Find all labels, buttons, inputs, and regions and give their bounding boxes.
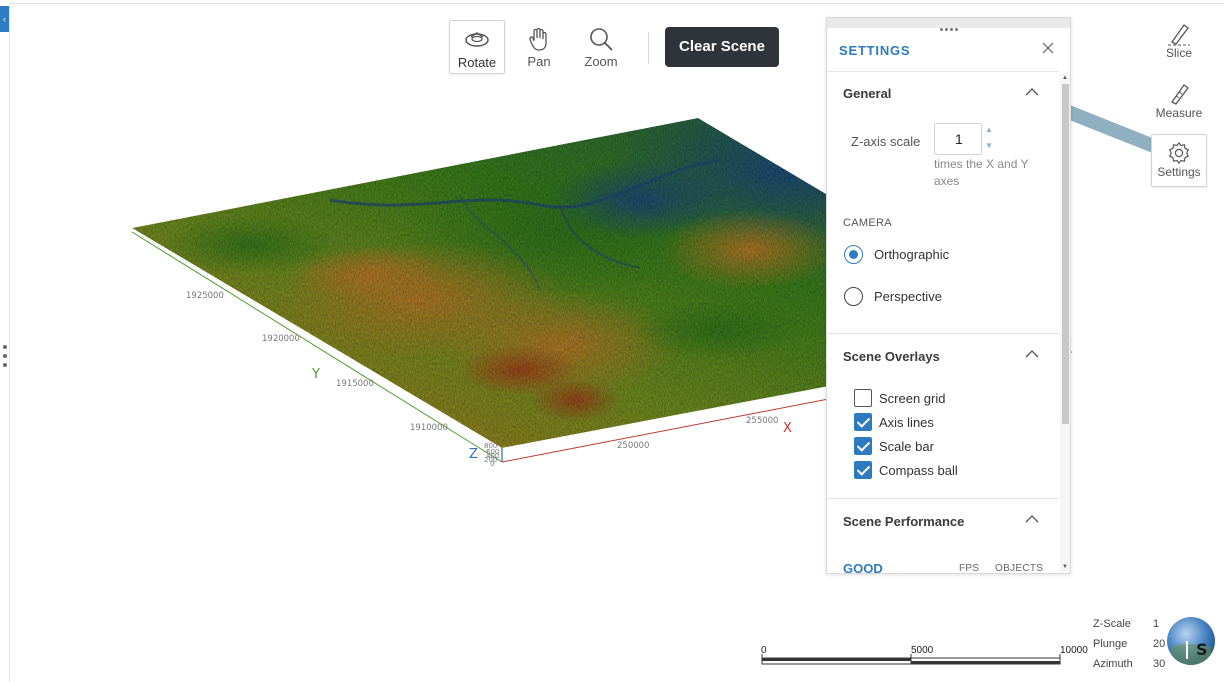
zoom-icon (590, 28, 613, 51)
y-tick-1915000: 1915000 (336, 379, 374, 389)
z-tick-labels: 800 600 400 200 0 (484, 442, 499, 468)
chevron-up-icon[interactable] (1025, 514, 1039, 524)
perspective-label[interactable]: Perspective (874, 289, 942, 304)
app-root: ‹ 1925000 1920000 1915000 1910000 250000… (0, 0, 1224, 682)
general-section-header[interactable]: General (843, 86, 891, 101)
panel-title: SETTINGS (839, 43, 911, 58)
close-icon[interactable] (1040, 41, 1056, 59)
z-scale-row: Z-Scale 1 (1093, 618, 1159, 630)
scale-bar-checkbox[interactable] (854, 437, 872, 455)
camera-label: CAMERA (843, 217, 892, 229)
scroll-up-icon[interactable]: ▲ (1062, 75, 1068, 81)
azimuth-row: Azimuth 30 (1093, 658, 1165, 670)
scale-bar-label-0: 0 (761, 645, 767, 656)
scroll-down-icon[interactable]: ▼ (1062, 564, 1068, 570)
z-axis-scale-label: Z-axis scale (851, 134, 921, 149)
rotate-icon (465, 32, 489, 47)
compass-ball-icon[interactable]: S (1167, 617, 1215, 665)
pan-tool-button[interactable]: Pan (511, 20, 567, 74)
scale-bar-label-5000: 5000 (911, 645, 934, 656)
scrollbar-thumb[interactable] (1062, 84, 1069, 424)
screen-grid-checkbox[interactable] (854, 389, 872, 407)
x-tick-255000: 255000 (746, 416, 778, 426)
pan-label: Pan (527, 54, 551, 69)
measure-label: Measure (1155, 106, 1203, 120)
scale-bar-label-10000: 10000 (1060, 645, 1088, 656)
rotate-label: Rotate (457, 55, 497, 70)
pan-icon (529, 27, 547, 51)
panel-drag-handle[interactable] (827, 18, 1070, 31)
slice-tool-button[interactable]: Slice (1151, 22, 1207, 66)
title-divider (827, 71, 1059, 72)
orthographic-label[interactable]: Orthographic (874, 247, 949, 262)
slice-icon (1168, 24, 1190, 46)
spin-down-icon[interactable]: ▼ (985, 141, 993, 150)
panel-scrollbar[interactable]: ▲ ▼ (1060, 74, 1070, 573)
azimuth-value: 30 (1153, 658, 1166, 670)
axis-lines-checkbox[interactable] (854, 413, 872, 431)
rotate-tool-button[interactable]: Rotate (449, 20, 505, 74)
objects-column-label: OBJECTS (995, 563, 1044, 574)
orthographic-radio[interactable] (844, 245, 863, 264)
settings-icon (1169, 142, 1189, 164)
settings-tool-button[interactable]: Settings (1151, 134, 1207, 187)
chevron-up-icon[interactable] (1025, 87, 1039, 97)
compass-ball-label[interactable]: Compass ball (879, 463, 958, 478)
y-tick-1925000: 1925000 (186, 291, 224, 301)
performance-status: GOOD (843, 561, 883, 574)
camera-divider (827, 333, 1059, 334)
azimuth-label: Azimuth (1093, 658, 1133, 670)
measure-icon (1171, 84, 1189, 105)
measure-tool-button[interactable]: Measure (1151, 82, 1207, 126)
compass-ball-checkbox[interactable] (854, 461, 872, 479)
z-axis-scale-input[interactable]: 1 (934, 123, 982, 155)
screen-grid-label[interactable]: Screen grid (879, 391, 945, 406)
y-tick-1920000: 1920000 (262, 334, 300, 344)
fps-column-label: FPS (959, 563, 980, 574)
chevron-up-icon[interactable] (1025, 349, 1039, 359)
x-axis-label: X (783, 421, 792, 436)
plunge-label: Plunge (1093, 638, 1128, 650)
z-tick-0: 0 (490, 460, 494, 468)
zoom-label: Zoom (584, 54, 618, 69)
svg-text:S: S (1196, 640, 1208, 659)
y-axis-label: Y (311, 367, 320, 382)
plunge-row: Plunge 20 (1093, 638, 1165, 650)
x-tick-250000: 250000 (617, 441, 649, 451)
toolbar-divider (648, 32, 649, 64)
z-scale-label: Z-Scale (1093, 618, 1131, 630)
scale-bar-label[interactable]: Scale bar (879, 439, 934, 454)
clear-scene-button[interactable]: Clear Scene (665, 27, 779, 67)
perspective-radio[interactable] (844, 287, 863, 306)
zoom-tool-button[interactable]: Zoom (573, 20, 629, 74)
overlays-divider (827, 498, 1059, 499)
slice-label: Slice (1165, 46, 1192, 60)
settings-label: Settings (1157, 165, 1201, 179)
settings-panel: SETTINGS General Z-axis scale 1 ▲ ▼ time… (826, 17, 1071, 574)
z-axis-scale-hint: times the X and Y axes (934, 157, 1029, 188)
spin-up-icon[interactable]: ▲ (985, 125, 993, 134)
scene-overlays-header[interactable]: Scene Overlays (843, 349, 940, 364)
axis-lines-label[interactable]: Axis lines (879, 415, 934, 430)
y-tick-1910000: 1910000 (410, 423, 448, 433)
z-axis-label: Z (469, 447, 478, 462)
scene-performance-header[interactable]: Scene Performance (843, 514, 964, 529)
